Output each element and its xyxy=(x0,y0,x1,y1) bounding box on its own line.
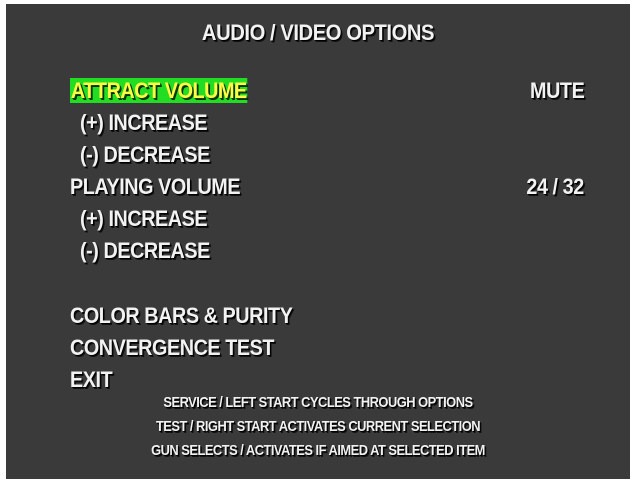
help-line: SERVICE / LEFT START CYCLES THROUGH OPTI… xyxy=(163,394,473,411)
page-title: AUDIO / VIDEO OPTIONS xyxy=(201,20,435,45)
menu-item-playing-volume[interactable]: PLAYING VOLUME xyxy=(70,173,241,201)
help-line: GUN SELECTS / ACTIVATES IF AIMED AT SELE… xyxy=(151,442,485,459)
attract-volume-value: MUTE xyxy=(529,78,585,103)
selected-item-label: ATTRACT VOLUME xyxy=(70,78,248,103)
arcade-options-screen: AUDIO / VIDEO OPTIONS ATTRACT VOLUME MUT… xyxy=(6,4,630,479)
menu-item-convergence-test[interactable]: CONVERGENCE TEST xyxy=(70,334,274,362)
menu-item-attract-volume[interactable]: ATTRACT VOLUME xyxy=(70,77,248,105)
menu-item-playing-decrease[interactable]: (-) DECREASE xyxy=(80,237,210,265)
menu-item-playing-increase[interactable]: (+) INCREASE xyxy=(80,205,208,233)
playing-volume-value: 24 / 32 xyxy=(526,174,585,199)
menu-item-attract-decrease[interactable]: (-) DECREASE xyxy=(80,141,210,169)
menu-item-exit[interactable]: EXIT xyxy=(70,366,113,394)
help-line: TEST / RIGHT START ACTIVATES CURRENT SEL… xyxy=(155,418,481,435)
menu-item-color-bars[interactable]: COLOR BARS & PURITY xyxy=(70,302,293,330)
menu-item-attract-increase[interactable]: (+) INCREASE xyxy=(80,109,208,137)
